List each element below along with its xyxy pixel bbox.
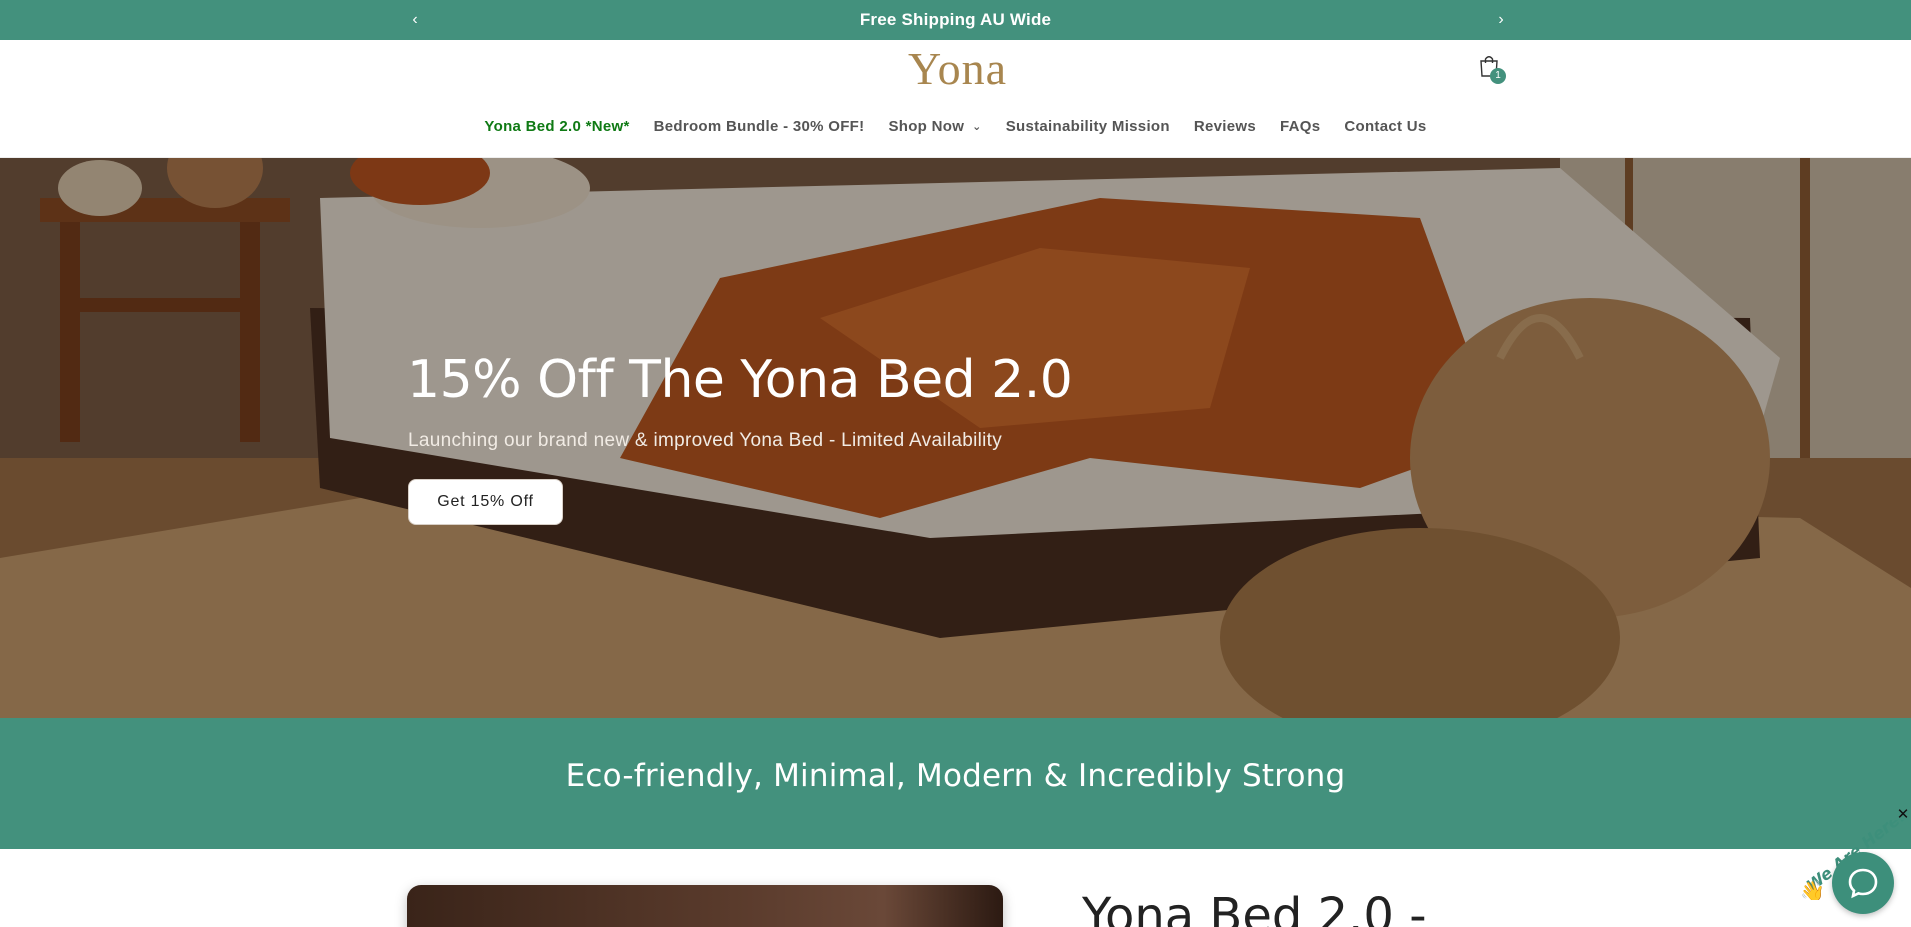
waving-hand-icon: 👋 <box>1800 880 1825 900</box>
chevron-right-icon[interactable]: › <box>1489 8 1513 32</box>
nav-item-label: Sustainability Mission <box>1005 118 1170 135</box>
product-image[interactable] <box>407 885 1003 927</box>
nav-item-faqs[interactable]: FAQs <box>1268 112 1332 142</box>
hero-title: 15% Off The Yona Bed 2.0 <box>407 350 1073 410</box>
get-discount-button[interactable]: Get 15% Off <box>408 479 563 525</box>
nav-item-contact[interactable]: Contact Us <box>1332 112 1438 142</box>
nav-item-label: Contact Us <box>1344 118 1427 135</box>
site-logo[interactable]: Yona <box>905 44 1010 94</box>
nav-item-reviews[interactable]: Reviews <box>1182 112 1268 142</box>
nav-item-label: Reviews <box>1193 118 1256 135</box>
nav-item-shop-now[interactable]: Shop Now ⌄ <box>876 112 993 142</box>
announcement-text: Free Shipping AU Wide <box>859 10 1052 29</box>
chat-button[interactable] <box>1832 852 1894 914</box>
nav-item-label: Yona Bed 2.0 *New* <box>484 118 630 135</box>
tagline-text: Eco-friendly, Minimal, Modern & Incredib… <box>565 758 1346 794</box>
product-title: Yona Bed 2.0 - <box>1082 888 1427 927</box>
nav-item-label: Shop Now <box>888 118 965 135</box>
site-header: Yona 1 Yona Bed 2.0 *New* Bedroom Bundle … <box>0 40 1911 158</box>
chevron-down-icon: ⌄ <box>972 121 982 133</box>
nav-item-label: Bedroom Bundle - 30% OFF! <box>653 118 865 135</box>
cart-button[interactable]: 1 <box>1476 52 1508 84</box>
nav-item-bedroom-bundle[interactable]: Bedroom Bundle - 30% OFF! <box>642 112 877 142</box>
nav-item-sustainability[interactable]: Sustainability Mission <box>994 112 1182 142</box>
nav-item-yona-bed[interactable]: Yona Bed 2.0 *New* <box>472 112 641 142</box>
main-nav: Yona Bed 2.0 *New* Bedroom Bundle - 30% O… <box>0 112 1911 142</box>
tagline-band: Eco-friendly, Minimal, Modern & Incredib… <box>0 718 1911 849</box>
nav-item-label: FAQs <box>1279 118 1321 135</box>
hero-subtitle: Launching our brand new & improved Yona … <box>408 430 1003 451</box>
hero-banner: 15% Off The Yona Bed 2.0 Launching our b… <box>0 158 1911 718</box>
cart-count-badge: 1 <box>1490 68 1506 84</box>
chat-bubble-icon <box>1848 868 1878 899</box>
announcement-bar: ‹ Free Shipping AU Wide › <box>0 0 1911 40</box>
